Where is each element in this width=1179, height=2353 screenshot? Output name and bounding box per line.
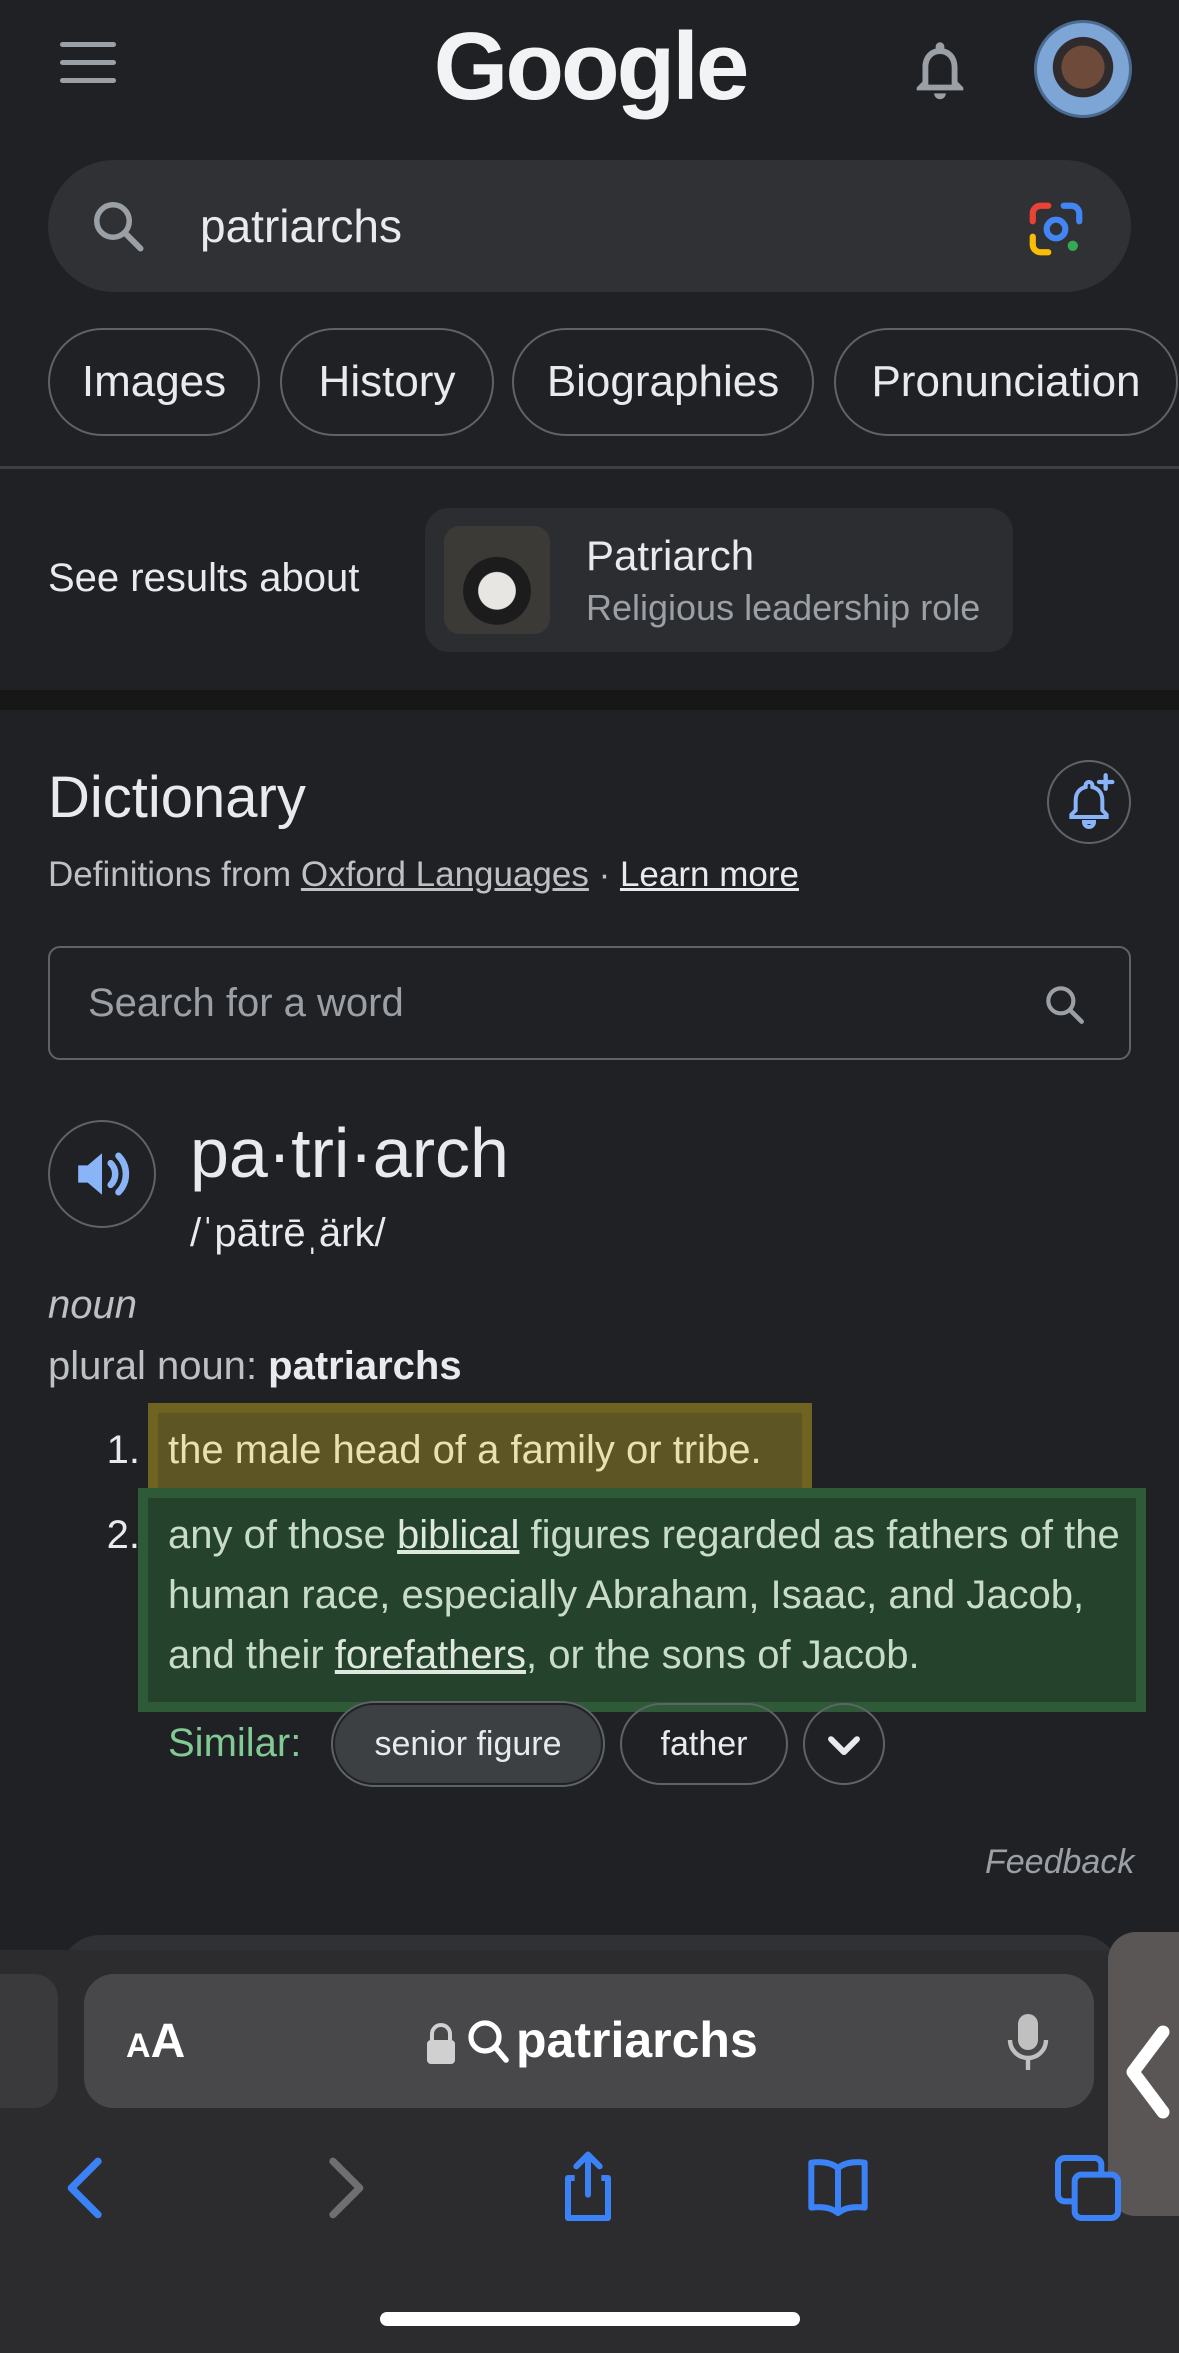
divider bbox=[0, 466, 1179, 469]
feedback-link[interactable]: Feedback bbox=[985, 1838, 1134, 1886]
entity-thumbnail bbox=[444, 526, 550, 634]
part-of-speech: noun bbox=[48, 1283, 137, 1327]
home-indicator[interactable] bbox=[380, 2312, 800, 2326]
chip-biographies[interactable]: Biographies bbox=[512, 328, 814, 436]
headword: pa·tri·arch bbox=[190, 1114, 509, 1192]
chip-pronunciation[interactable]: Pronunciation bbox=[834, 328, 1178, 436]
share-icon[interactable] bbox=[548, 2148, 628, 2228]
follow-bell-icon[interactable] bbox=[1047, 760, 1131, 844]
dictionary-source: Definitions from Oxford Languages · Lear… bbox=[48, 850, 799, 900]
google-logo[interactable]: Google bbox=[430, 12, 750, 122]
profile-avatar[interactable] bbox=[1034, 20, 1132, 118]
learn-more-link[interactable]: Learn more bbox=[620, 855, 799, 894]
bookmarks-icon[interactable] bbox=[798, 2148, 878, 2228]
similar-chip[interactable]: senior figure bbox=[333, 1703, 603, 1785]
previous-tab-preview[interactable] bbox=[0, 1974, 58, 2108]
entity-subtitle: Religious leadership role bbox=[586, 587, 981, 628]
definition-number: 2. bbox=[106, 1513, 140, 1557]
definition-number: 1. bbox=[106, 1428, 140, 1472]
plural-label: plural noun bbox=[48, 1344, 246, 1388]
see-results-label: See results about bbox=[48, 556, 360, 600]
search-icon[interactable] bbox=[1040, 980, 1090, 1030]
definition-text: any of those biblical figures regarded a… bbox=[168, 1505, 1128, 1685]
source-separator: · bbox=[588, 855, 620, 894]
oxford-languages-link[interactable]: Oxford Languages bbox=[301, 855, 589, 894]
hamburger-menu-icon[interactable] bbox=[60, 42, 120, 86]
search-icon bbox=[88, 196, 148, 256]
plural-value: patriarchs bbox=[268, 1344, 462, 1388]
word-search-placeholder[interactable]: Search for a word bbox=[88, 976, 404, 1030]
definition-text-part: any of those bbox=[168, 1513, 398, 1557]
back-icon[interactable] bbox=[48, 2148, 128, 2228]
forefathers-link[interactable]: forefathers bbox=[335, 1633, 526, 1677]
pronunciation: /ˈpātrēˌärk/ bbox=[190, 1211, 386, 1255]
search-icon bbox=[466, 2018, 510, 2066]
section-separator bbox=[0, 690, 1179, 710]
google-lens-icon[interactable] bbox=[1025, 198, 1087, 260]
similar-label: Similar: bbox=[168, 1721, 302, 1765]
microphone-icon[interactable] bbox=[1004, 2010, 1052, 2074]
source-prefix: Definitions from bbox=[48, 855, 301, 894]
text-size-small-a: A bbox=[126, 2027, 151, 2065]
biblical-link[interactable]: biblical bbox=[397, 1513, 519, 1557]
lock-icon bbox=[424, 2020, 458, 2066]
entity-title[interactable]: Patriarch bbox=[586, 528, 754, 584]
speaker-icon[interactable] bbox=[48, 1120, 156, 1228]
chip-images[interactable]: Images bbox=[48, 328, 260, 436]
definition-text: the male head of a family or tribe. bbox=[168, 1428, 762, 1472]
tabs-icon[interactable] bbox=[1048, 2148, 1128, 2228]
plural-separator: : bbox=[245, 1344, 269, 1388]
definition-text-part: , or the sons of Jacob. bbox=[526, 1633, 920, 1677]
chevron-left-icon[interactable] bbox=[1118, 2022, 1178, 2122]
url-text[interactable]: patriarchs bbox=[516, 2008, 758, 2072]
chip-history[interactable]: History bbox=[280, 328, 494, 436]
plural-form: plural noun: patriarchs bbox=[48, 1338, 462, 1394]
dictionary-title: Dictionary bbox=[48, 765, 306, 830]
bell-icon[interactable] bbox=[905, 35, 975, 105]
text-size-big-a: A bbox=[150, 2015, 186, 2068]
expand-similar-button[interactable] bbox=[803, 1703, 885, 1785]
forward-icon[interactable] bbox=[303, 2148, 383, 2228]
similar-chip[interactable]: father bbox=[620, 1703, 788, 1785]
search-input[interactable]: patriarchs bbox=[200, 196, 402, 256]
text-size-button[interactable]: AA bbox=[126, 2012, 185, 2076]
